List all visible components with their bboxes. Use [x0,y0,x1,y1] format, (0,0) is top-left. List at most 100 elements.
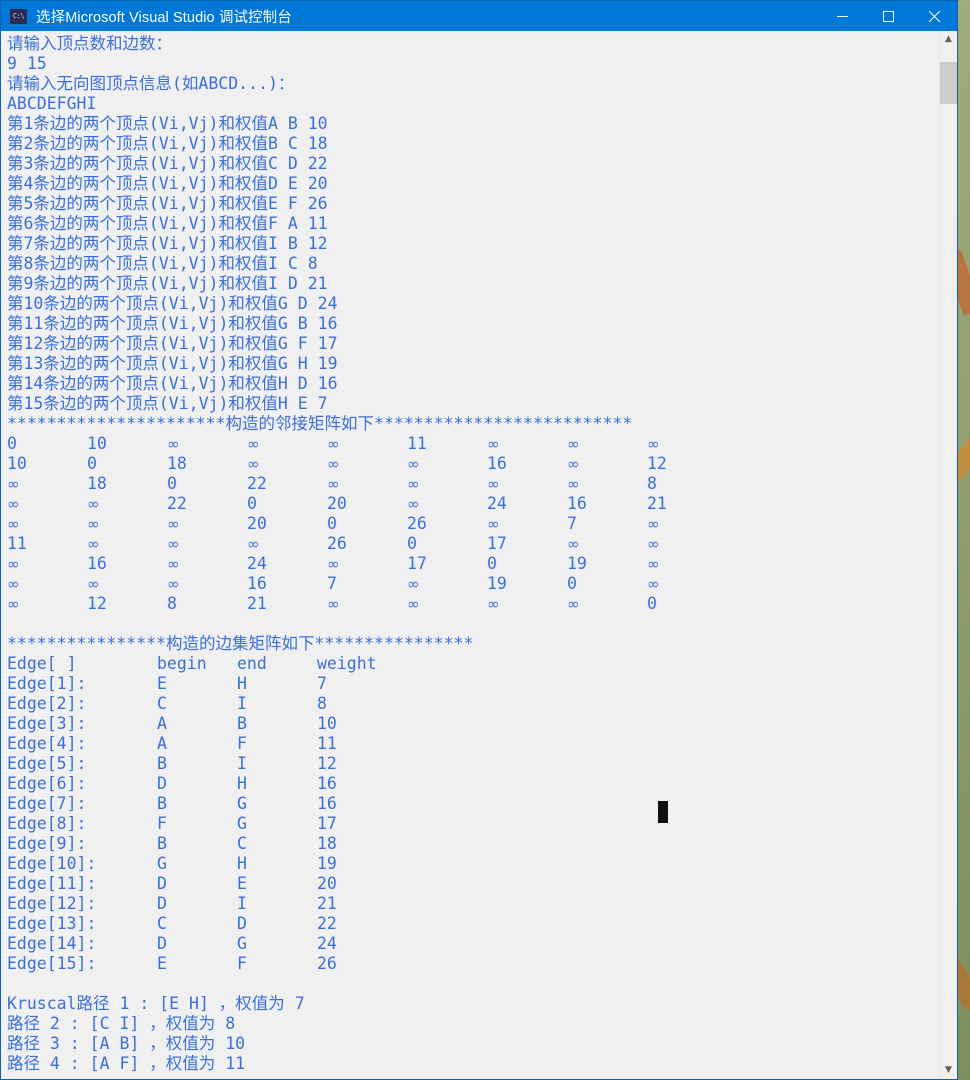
matrix-cell: 18 [87,474,107,493]
edge-end: D [237,914,247,933]
output-line: 第6条边的两个顶点(Vi,Vj)和权值F A 11 [7,214,328,233]
edge-begin: D [157,774,167,793]
edge-table-header-begin: begin [157,654,207,673]
edge-weight: 20 [317,874,337,893]
scrollbar-thumb[interactable] [940,62,957,104]
matrix-cell: 0 [247,494,257,513]
matrix-row: ∞ 16 ∞ 24 ∞ 17 0 19 ∞ [7,554,939,574]
edge-begin: D [157,894,167,913]
edgeset-header: ****************构造的边集矩阵如下***************… [7,634,474,653]
edge-table-row: Edge[5]: B I 12 [7,754,939,774]
edge-weight: 12 [317,754,337,773]
scrollbar-track[interactable] [940,48,957,1062]
matrix-cell: 0 [487,554,497,573]
matrix-cell: ∞ [487,435,500,453]
close-button[interactable] [911,1,957,31]
kruskal-line: Kruscal路径 1 : [E H] ，权值为 7 [7,994,305,1013]
edge-end: G [237,934,247,953]
matrix-cell: ∞ [567,535,580,553]
edge-weight: 16 [317,774,337,793]
edge-begin: D [157,934,167,953]
matrix-cell: 12 [647,454,667,473]
scroll-up-icon[interactable]: ▲ [940,31,957,48]
edge-table-row: Edge[8]: F G 17 [7,814,939,834]
matrix-cell: ∞ [87,515,100,533]
matrix-cell: 11 [407,434,427,453]
matrix-cell: ∞ [647,575,660,593]
output-line: 第4条边的两个顶点(Vi,Vj)和权值D E 20 [7,174,328,193]
matrix-cell: 22 [247,474,267,493]
matrix-cell: ∞ [167,515,180,533]
matrix-cell: ∞ [647,535,660,553]
edge-index: Edge[3]: [7,714,87,733]
edge-end: I [237,694,247,713]
edge-weight: 16 [317,794,337,813]
edge-end: I [237,754,247,773]
edge-index: Edge[10]: [7,854,97,873]
matrix-row: ∞ 18 0 22 ∞ ∞ ∞ ∞ 8 [7,474,939,494]
edge-table-header-weight: weight [317,654,377,673]
matrix-cell: 0 [567,574,577,593]
adjacency-matrix-header: **********************构造的邻接矩阵如下*********… [7,414,633,433]
edge-table-row: Edge[14]: D G 24 [7,934,939,954]
console-output[interactable]: 请输入顶点数和边数： 9 15 请输入无向图顶点信息(如ABCD...)： AB… [1,31,939,1079]
matrix-cell: 0 [167,474,177,493]
edge-begin: B [157,834,167,853]
maximize-button[interactable] [865,1,911,31]
matrix-cell: ∞ [647,515,660,533]
matrix-cell: 0 [87,454,97,473]
matrix-cell: 0 [7,434,17,453]
edge-table-row: Edge[12]: D I 21 [7,894,939,914]
matrix-cell: ∞ [7,495,20,513]
matrix-cell: ∞ [327,435,340,453]
edge-weight: 26 [317,954,337,973]
matrix-cell: ∞ [407,475,420,493]
edge-end: C [237,834,247,853]
matrix-cell: ∞ [647,435,660,453]
window-controls [819,1,957,31]
matrix-cell: 16 [487,454,507,473]
vertical-scrollbar[interactable]: ▲ ▼ [939,31,957,1079]
minimize-button[interactable] [819,1,865,31]
matrix-cell: ∞ [487,475,500,493]
edge-begin: E [157,954,167,973]
matrix-cell: 26 [327,534,347,553]
matrix-cell: 17 [487,534,507,553]
edge-begin: C [157,914,167,933]
edge-table-header-index: Edge[ ] [7,654,77,673]
matrix-cell: ∞ [567,435,580,453]
edge-weight: 21 [317,894,337,913]
edge-index: Edge[15]: [7,954,97,973]
matrix-cell: ∞ [167,535,180,553]
console-body: 请输入顶点数和边数： 9 15 请输入无向图顶点信息(如ABCD...)： AB… [1,31,957,1079]
edge-begin: A [157,734,167,753]
matrix-cell: ∞ [7,555,20,573]
matrix-cell: ∞ [327,555,340,573]
output-line: 第13条边的两个顶点(Vi,Vj)和权值G H 19 [7,354,338,373]
matrix-cell: ∞ [327,455,340,473]
edge-index: Edge[14]: [7,934,97,953]
edge-index: Edge[2]: [7,694,87,713]
matrix-cell: 21 [647,494,667,513]
output-line: 第8条边的两个顶点(Vi,Vj)和权值I C 8 [7,254,318,273]
title-bar[interactable]: C:\ 选择Microsoft Visual Studio 调试控制台 [1,1,957,31]
matrix-cell: ∞ [567,475,580,493]
edge-end: G [237,814,247,833]
scroll-down-icon[interactable]: ▼ [940,1062,957,1079]
matrix-cell: 21 [247,594,267,613]
edge-index: Edge[12]: [7,894,97,913]
matrix-cell: 7 [567,514,577,533]
edge-table-row: Edge[2]: C I 8 [7,694,939,714]
matrix-cell: 16 [247,574,267,593]
edge-weight: 10 [317,714,337,733]
matrix-cell: 0 [647,594,657,613]
matrix-cell: 12 [87,594,107,613]
edge-index: Edge[6]: [7,774,87,793]
edge-weight: 7 [317,674,327,693]
kruskal-line: 路径 4 : [A F] ，权值为 11 [7,1054,246,1073]
output-line: 第14条边的两个顶点(Vi,Vj)和权值H D 16 [7,374,338,393]
console-window: C:\ 选择Microsoft Visual Studio 调试控制台 请输入顶… [0,0,958,1080]
matrix-cell: 8 [167,594,177,613]
matrix-cell: 16 [87,554,107,573]
kruskal-line: 路径 2 : [C I] ，权值为 8 [7,1014,236,1033]
